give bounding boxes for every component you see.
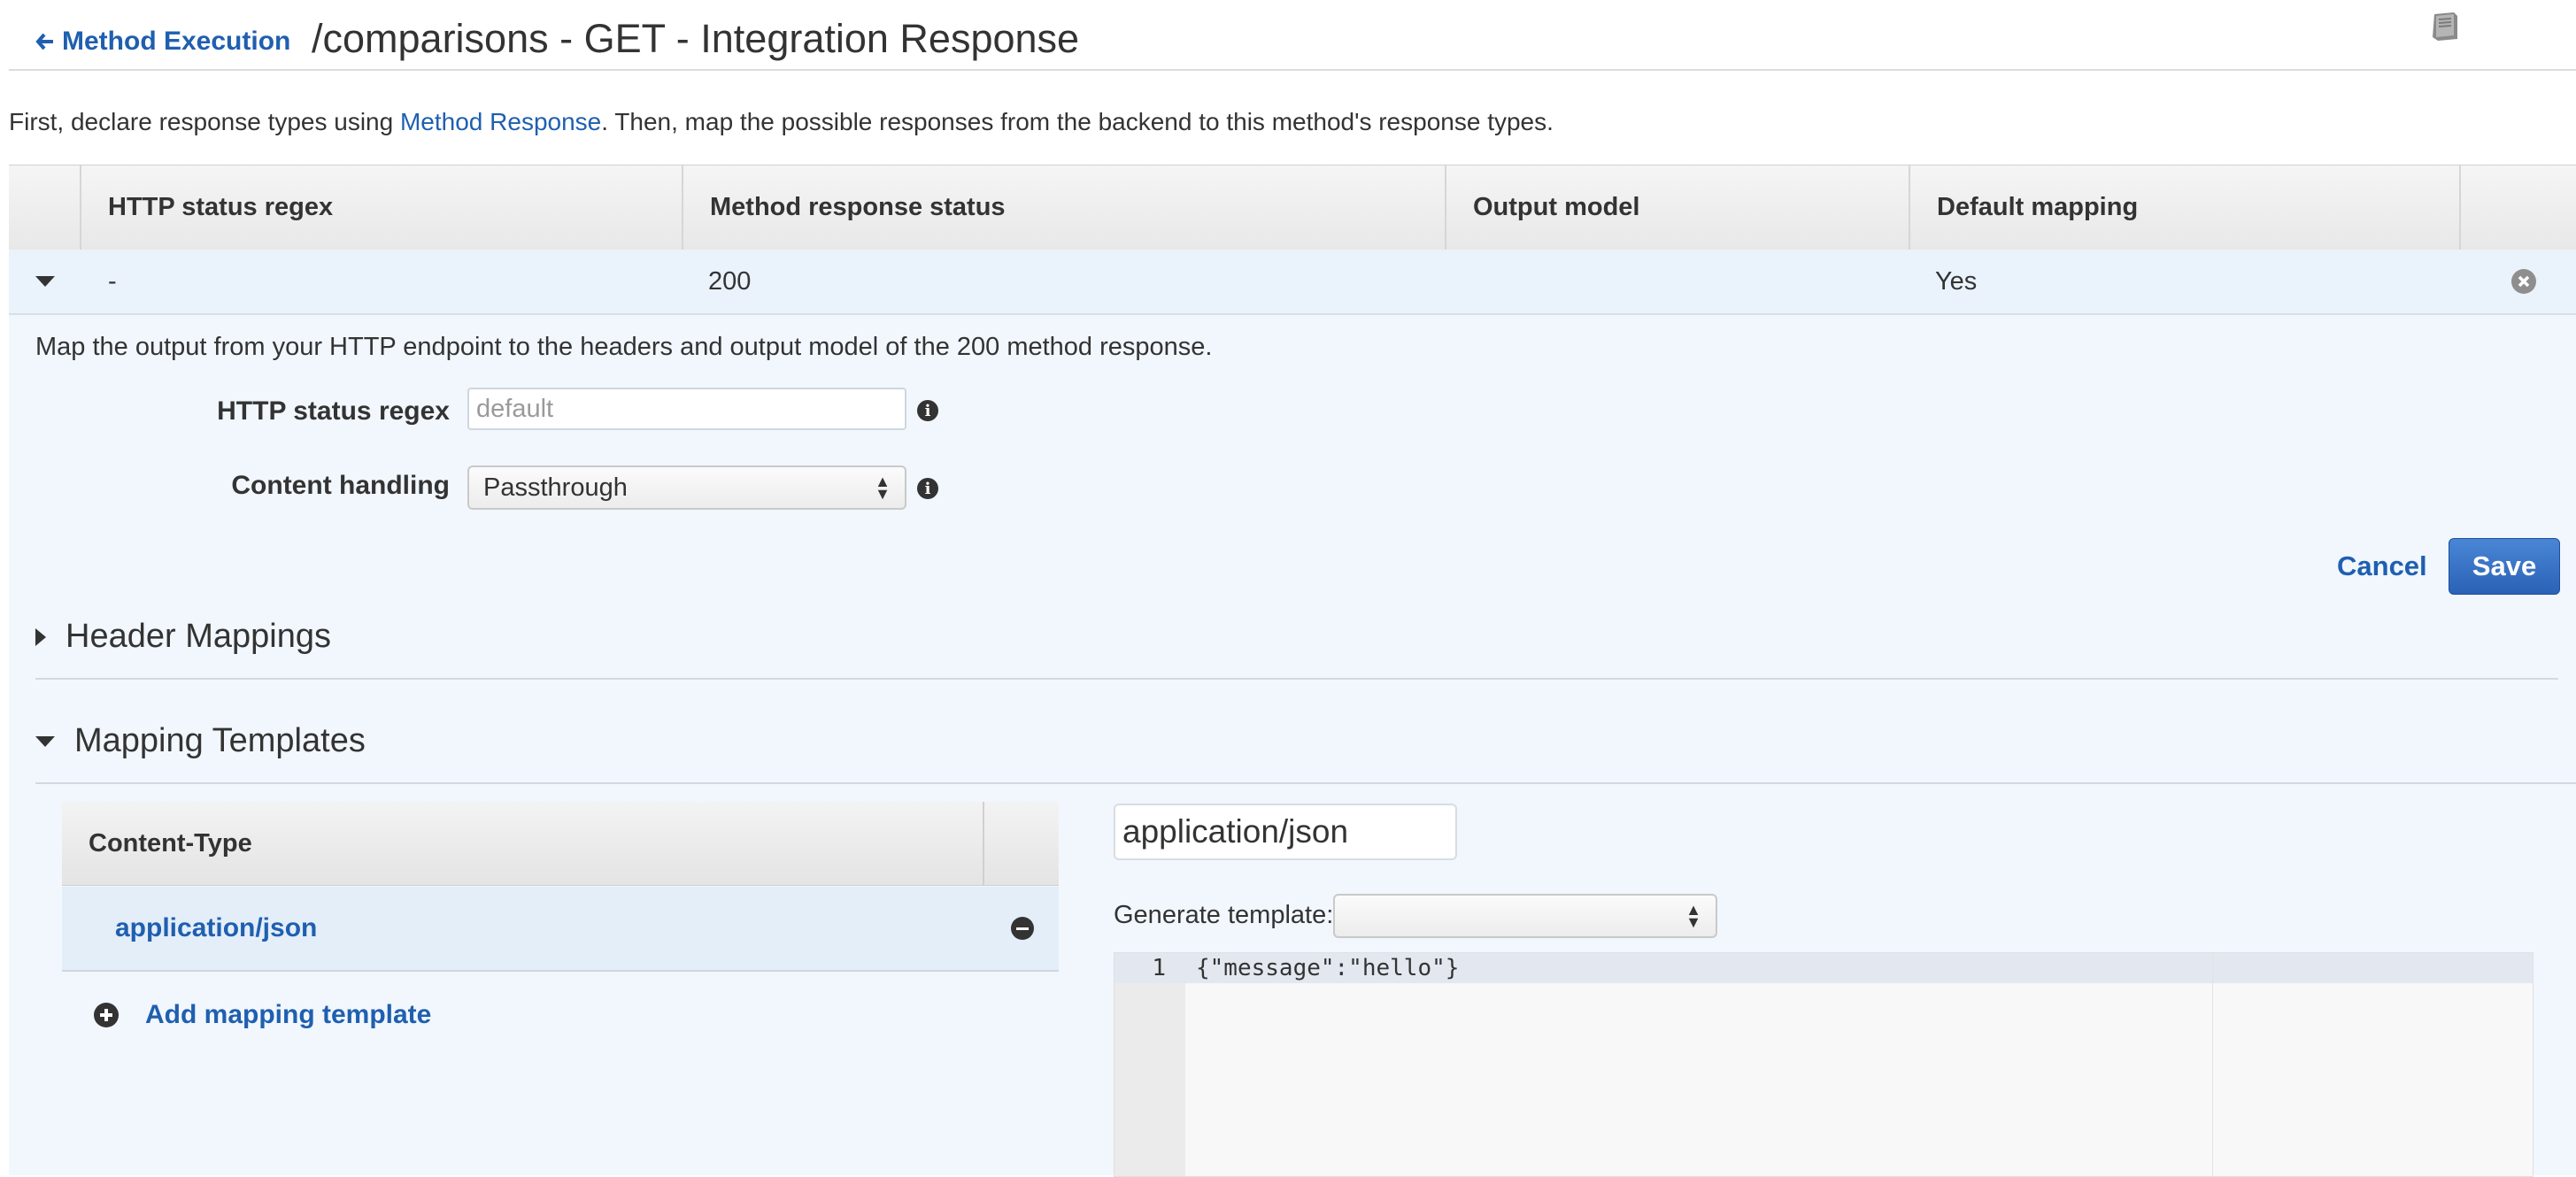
- caret-down-icon: [35, 735, 55, 747]
- content-type-column: Content-Type: [89, 828, 252, 858]
- mapping-description: Map the output from your HTTP endpoint t…: [35, 333, 1213, 361]
- delete-response-button[interactable]: [2510, 250, 2537, 313]
- row-status: 200: [708, 266, 752, 296]
- method-response-link[interactable]: Method Response: [400, 108, 601, 135]
- cancel-button[interactable]: Cancel: [2337, 550, 2427, 582]
- content-type-table-header: Content-Type: [62, 802, 1059, 886]
- print-margin: [2212, 953, 2213, 1176]
- save-button[interactable]: Save: [2449, 538, 2560, 595]
- plus-circle-icon: [94, 1003, 119, 1027]
- mapping-templates-title: Mapping Templates: [74, 722, 366, 759]
- caret-right-icon: [35, 627, 46, 646]
- code-line[interactable]: {"message":"hello"}: [1196, 953, 1459, 983]
- content-handling-label: Content handling: [231, 471, 450, 500]
- header-divider: [9, 69, 2576, 71]
- intro-text-before: First, declare response types using: [9, 108, 400, 135]
- responses-table-header: HTTP status regex Method response status…: [9, 165, 2576, 250]
- content-handling-value: Passthrough: [483, 473, 628, 502]
- generate-template-select[interactable]: ▲ ▼: [1333, 894, 1717, 938]
- header-mappings-title: Header Mappings: [66, 618, 331, 655]
- row-regex: -: [108, 266, 117, 296]
- close-circle-icon: [2511, 269, 2536, 294]
- column-http-status-regex: HTTP status regex: [80, 165, 690, 250]
- select-arrows-icon: ▲ ▼: [875, 473, 891, 503]
- content-type-link[interactable]: application/json: [115, 887, 317, 970]
- select-arrows-icon: ▲ ▼: [1685, 901, 1701, 931]
- add-mapping-template-label: Add mapping template: [145, 1000, 432, 1029]
- generate-template-label: Generate template:: [1114, 901, 1334, 929]
- table-row[interactable]: - 200 Yes: [9, 250, 2576, 315]
- list-item[interactable]: application/json: [62, 887, 1059, 972]
- back-link-label: Method Execution: [62, 27, 291, 56]
- mapping-templates-toggle[interactable]: Mapping Templates: [35, 722, 366, 760]
- content-type-name-field[interactable]: application/json: [1114, 804, 1457, 860]
- column-default-mapping: Default mapping: [1909, 165, 2461, 250]
- row-default-mapping: Yes: [1935, 266, 1978, 296]
- documentation-book-icon[interactable]: [2426, 7, 2464, 46]
- http-status-regex-label: HTTP status regex: [217, 396, 450, 426]
- column-output-model: Output model: [1445, 165, 1910, 250]
- intro-text: First, declare response types using Meth…: [9, 108, 1554, 136]
- header-mappings-divider: [35, 678, 2558, 680]
- column-method-response-status: Method response status: [682, 165, 1454, 250]
- minus-circle-icon: [1011, 917, 1034, 940]
- page-title: /comparisons - GET - Integration Respons…: [312, 16, 1080, 61]
- back-to-method-execution-link[interactable]: Method Execution: [35, 27, 290, 57]
- column-actions: [2459, 165, 2576, 250]
- caret-down-icon: [35, 276, 55, 287]
- remove-template-button[interactable]: [1011, 917, 1034, 940]
- column-divider: [983, 802, 984, 885]
- line-number: 1: [1152, 955, 1166, 981]
- http-status-regex-input[interactable]: default: [467, 388, 906, 430]
- editor-gutter: [1114, 953, 1185, 1176]
- content-handling-select[interactable]: Passthrough ▲ ▼: [467, 465, 906, 510]
- mapping-templates-divider: [35, 782, 2576, 784]
- header-mappings-toggle[interactable]: Header Mappings: [35, 618, 331, 656]
- template-code-editor[interactable]: 1 {"message":"hello"}: [1114, 952, 2534, 1177]
- add-mapping-template-button[interactable]: Add mapping template: [94, 1000, 431, 1030]
- arrow-left-icon: [35, 33, 53, 50]
- collapse-row-toggle[interactable]: [35, 250, 55, 313]
- info-icon[interactable]: i: [917, 400, 938, 421]
- intro-text-after: . Then, map the possible responses from …: [601, 108, 1554, 135]
- info-icon[interactable]: i: [917, 478, 938, 499]
